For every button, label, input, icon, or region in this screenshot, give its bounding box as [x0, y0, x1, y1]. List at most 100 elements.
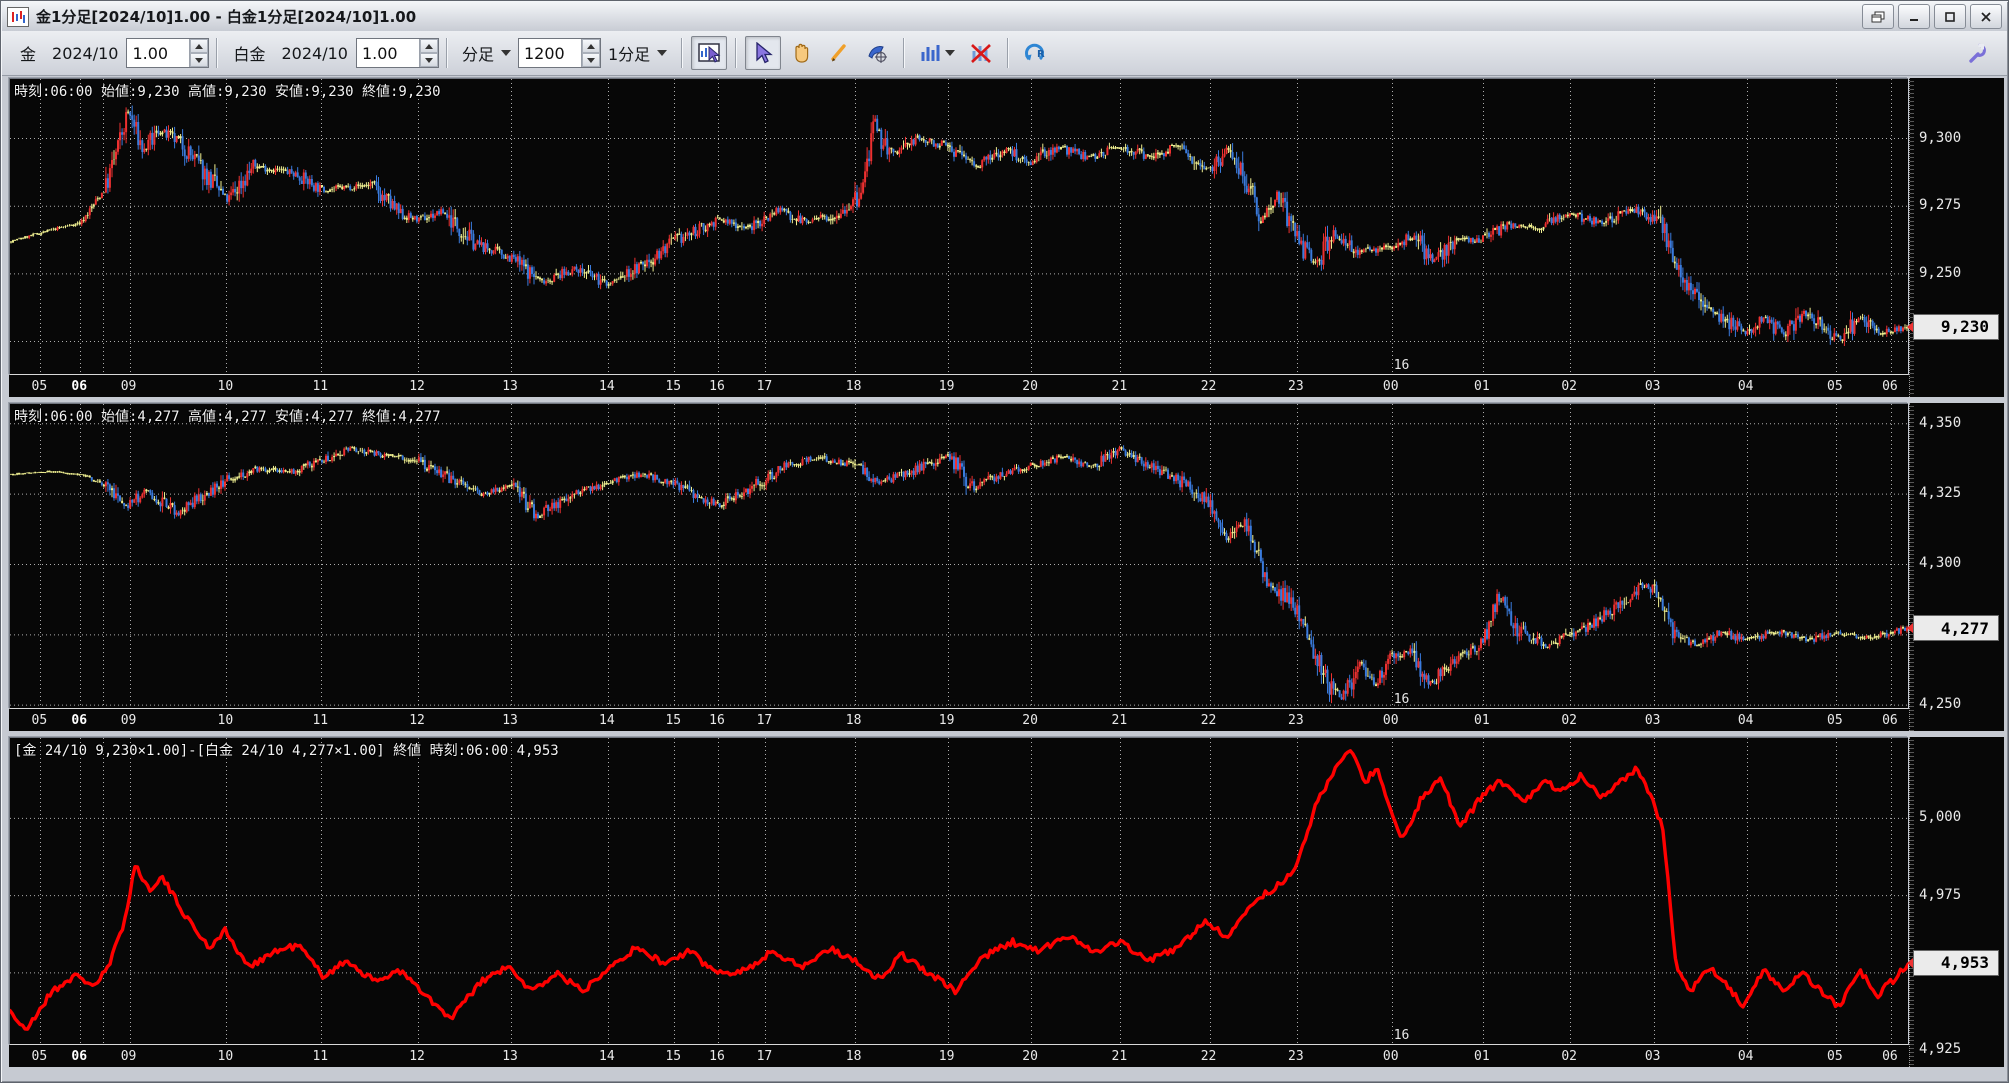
- time-tick-label: 11: [312, 379, 329, 394]
- period-type-dropdown[interactable]: 分足: [455, 38, 518, 68]
- marker-crosshair-icon: [868, 46, 888, 63]
- gold-multiplier-up-button[interactable]: [190, 39, 209, 53]
- time-tick-label: 04: [1737, 713, 1754, 728]
- time-tick-label: 20: [1022, 379, 1038, 394]
- bar-count-input[interactable]: [518, 39, 581, 67]
- price-tick-label: 4,350: [1919, 414, 1962, 431]
- bar-count-up-button[interactable]: [581, 39, 600, 53]
- time-tick-label: 18: [845, 379, 862, 394]
- hand-icon: [795, 43, 809, 63]
- time-tick-label: 06: [71, 1049, 88, 1064]
- refresh-button[interactable]: R: [1017, 36, 1053, 70]
- down-arrow-icon: [195, 57, 204, 63]
- gold-contract-label: 2024/10: [52, 43, 119, 63]
- time-tick-label: 09: [120, 379, 137, 394]
- time-tick-label: 23: [1288, 713, 1304, 728]
- time-tick-label: 10: [217, 713, 234, 728]
- draw-line-tool-button[interactable]: [821, 36, 857, 70]
- time-tick-label: 00: [1382, 713, 1399, 728]
- time-tick-label: 05: [31, 713, 48, 728]
- date-change-label: 16: [1393, 358, 1410, 373]
- time-tick-label: 17: [756, 713, 773, 728]
- toolbar-separator: [445, 38, 448, 68]
- time-tick-label: 02: [1561, 379, 1577, 394]
- time-tick-label: 12: [409, 1049, 425, 1064]
- price-tick-label: 9,250: [1919, 264, 1962, 281]
- up-arrow-icon: [586, 43, 595, 49]
- time-tick-label: 17: [756, 1049, 773, 1064]
- platinum-multiplier-down-button[interactable]: [419, 53, 438, 67]
- platinum-chart-plot[interactable]: 時刻:06:00 始値:4,277 高値:4,277 安値:4,277 終値:4…: [9, 403, 1908, 709]
- platinum-time-axis: 05 06 09 10 11 12 13 14 15 16 17 18 19 20 21 22 23 00 01 02…: [9, 709, 2004, 731]
- time-tick-label: 12: [409, 713, 425, 728]
- minimize-button[interactable]: [1898, 4, 1930, 29]
- maximize-button[interactable]: [1934, 4, 1966, 29]
- spread-chart-plot[interactable]: [金 24/10 9,230×1.00]-[白金 24/10 4,277×1.0…: [9, 737, 1908, 1045]
- price-tick-label: 4,250: [1919, 696, 1962, 713]
- time-tick-label: 20: [1022, 1049, 1038, 1064]
- interval-dropdown[interactable]: 1分足: [601, 38, 674, 68]
- time-tick-label: 00: [1382, 1049, 1399, 1064]
- remove-chart-button[interactable]: [963, 36, 999, 70]
- time-tick-label: 11: [312, 713, 329, 728]
- time-tick-label: 02: [1561, 1049, 1577, 1064]
- price-tick-label: 9,275: [1919, 197, 1962, 214]
- spread-readout: [金 24/10 9,230×1.00]-[白金 24/10 4,277×1.0…: [14, 743, 559, 759]
- time-tick-label: 13: [502, 1049, 518, 1064]
- time-tick-label: 19: [938, 1049, 955, 1064]
- chart-window: 金1分足[2024/10]1.00 - 白金1分足[2024/10]1.00 金…: [0, 0, 2009, 1083]
- chart-select-mode-button[interactable]: [691, 36, 728, 70]
- bar-count-spinner: [517, 38, 601, 68]
- spread-time-axis: 05 06 09 10 11 12 13 14 15 16 17 18 19 20 21 22 23 00 01 02…: [9, 1045, 2004, 1067]
- down-arrow-icon: [586, 57, 595, 63]
- date-change-label: 16: [1393, 1028, 1410, 1043]
- toolbar-separator: [216, 38, 219, 68]
- time-tick-label: 21: [1111, 713, 1128, 728]
- gold-ohlc-readout: 時刻:06:00 始値:9,230 高値:9,230 安値:9,230 終値:9…: [14, 84, 441, 100]
- close-button[interactable]: [1970, 4, 2002, 29]
- chart-type-button[interactable]: [913, 36, 961, 70]
- settings-button[interactable]: [1960, 36, 1996, 70]
- app-chart-icon: [7, 6, 29, 27]
- time-tick-label: 03: [1644, 1049, 1661, 1064]
- spread-chart-panel: [金 24/10 9,230×1.00]-[白金 24/10 4,277×1.0…: [3, 735, 2006, 1069]
- chart-cursor-icon: [698, 43, 721, 63]
- toolbar-separator: [681, 38, 684, 68]
- gold-chart-panel: 時刻:06:00 始値:9,230 高値:9,230 安値:9,230 終値:9…: [3, 76, 2006, 399]
- title-bar[interactable]: 金1分足[2024/10]1.00 - 白金1分足[2024/10]1.00: [2, 2, 2007, 32]
- time-tick-label: 17: [756, 379, 773, 394]
- time-tick-label: 05: [1827, 713, 1843, 728]
- gold-multiplier-down-button[interactable]: [190, 53, 209, 67]
- current-price-box: 4,277: [1907, 615, 1999, 642]
- cascade-window-button[interactable]: [1862, 4, 1894, 29]
- marker-tool-button[interactable]: [859, 36, 895, 70]
- spread-price-axis: 5,000 4,975 4,925 4,953: [1907, 737, 2004, 1067]
- platinum-multiplier-up-button[interactable]: [419, 39, 438, 53]
- current-price-box: 4,953: [1907, 949, 1999, 976]
- bar-count-down-button[interactable]: [581, 53, 600, 67]
- current-price-box: 9,230: [1907, 313, 1999, 340]
- gold-multiplier-input[interactable]: [127, 39, 190, 67]
- price-tick-label: 4,925: [1919, 1041, 1962, 1058]
- price-tick-label: 5,000: [1919, 809, 1962, 826]
- time-tick-label: 13: [502, 379, 518, 394]
- period-type-label: 分足: [461, 45, 494, 64]
- time-tick-label: 19: [938, 713, 955, 728]
- pointer-tool-button[interactable]: [745, 36, 782, 70]
- platinum-multiplier-input[interactable]: [356, 39, 419, 67]
- current-price-marker-icon: [1907, 623, 1913, 634]
- gold-chart-plot[interactable]: 時刻:06:00 始値:9,230 高値:9,230 安値:9,230 終値:9…: [9, 78, 1908, 375]
- up-arrow-icon: [424, 43, 433, 49]
- bar-chart-icon: [921, 45, 940, 61]
- pan-tool-button[interactable]: [783, 36, 819, 70]
- time-tick-label: 10: [217, 379, 234, 394]
- time-tick-label: 01: [1474, 1049, 1490, 1064]
- svg-text:R: R: [1037, 49, 1045, 60]
- platinum-ohlc-readout: 時刻:06:00 始値:4,277 高値:4,277 安値:4,277 終値:4…: [14, 409, 441, 425]
- gold-symbol-label: 金: [20, 45, 37, 64]
- time-tick-label: 22: [1200, 379, 1217, 394]
- time-tick-label: 03: [1644, 713, 1661, 728]
- dropdown-caret-icon: [657, 50, 668, 56]
- time-tick-label: 14: [599, 1049, 615, 1064]
- toolbar: 金 2024/10 白金 2024/10 分足: [2, 31, 2007, 76]
